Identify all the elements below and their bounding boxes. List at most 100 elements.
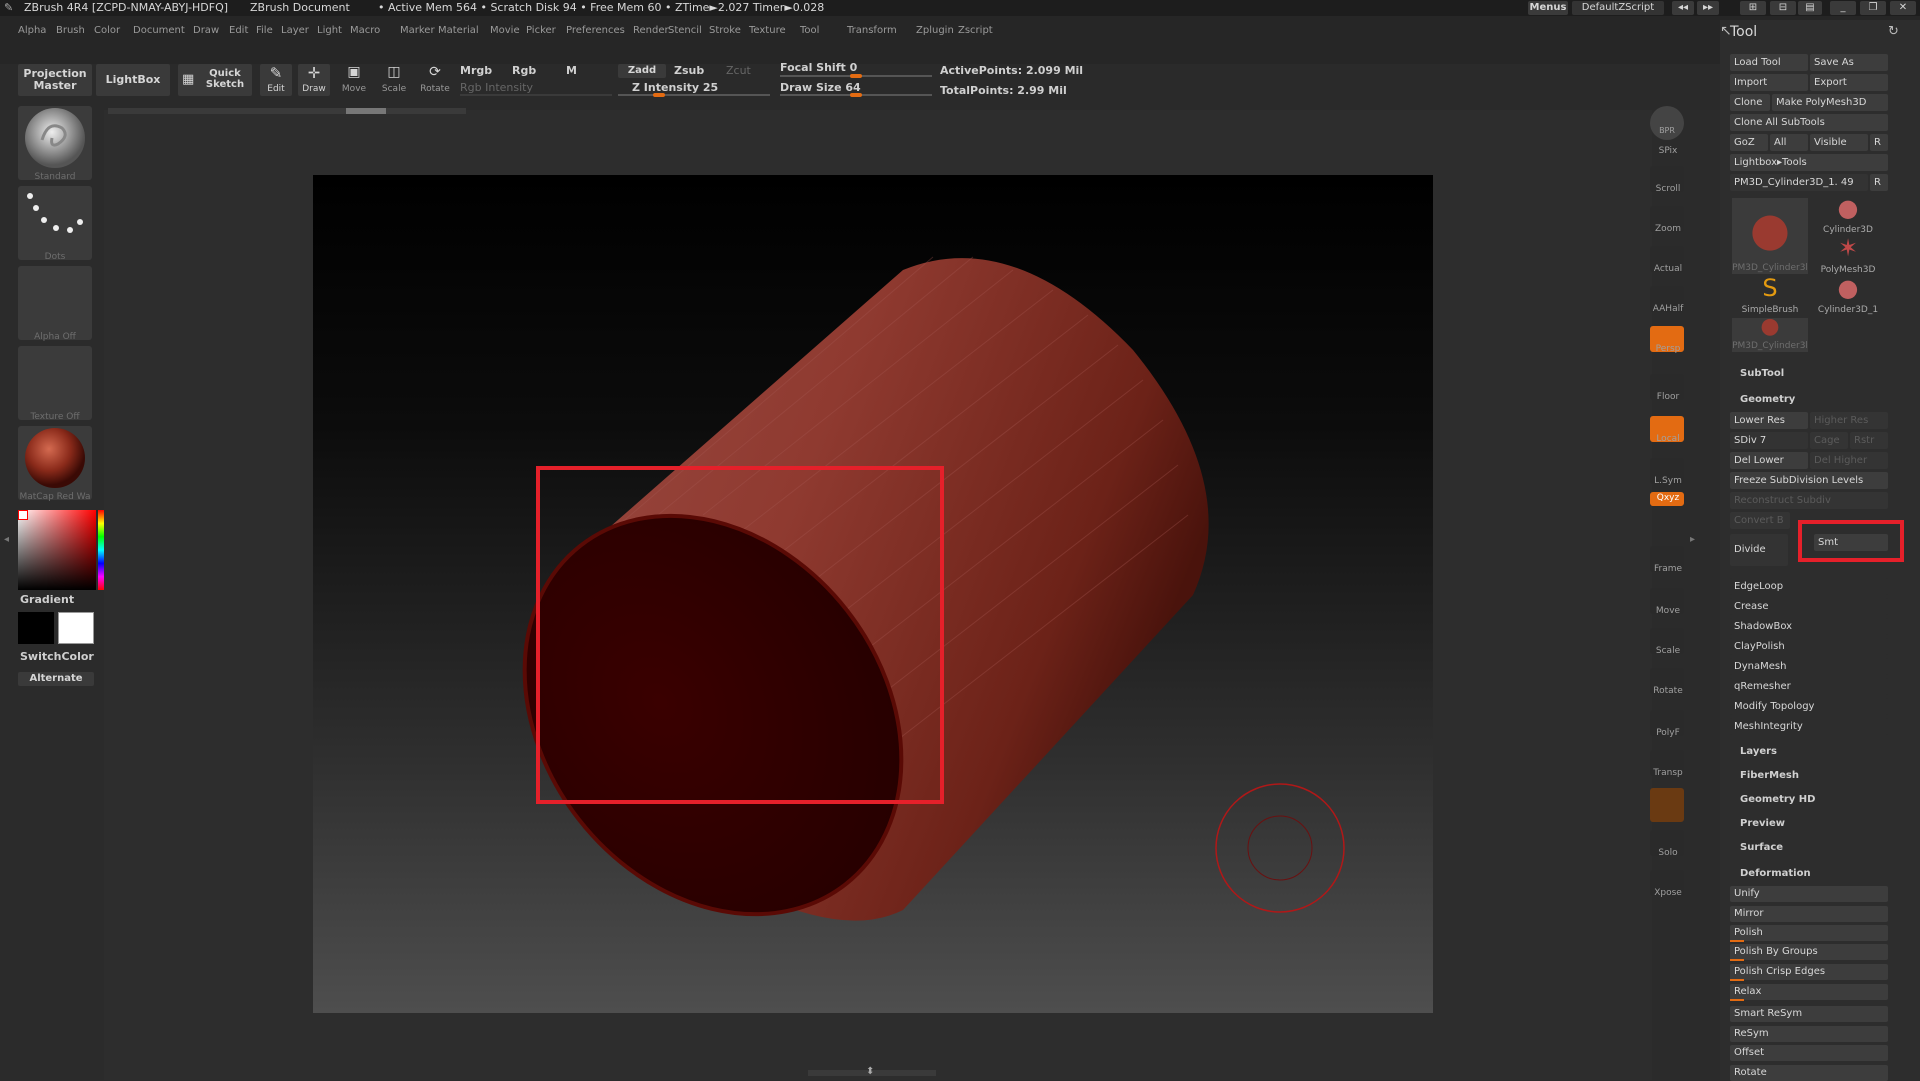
save-layout-icon[interactable]: ▤ bbox=[1798, 1, 1822, 15]
menu-draw[interactable]: Draw bbox=[193, 25, 219, 36]
menu-marker[interactable]: Marker bbox=[400, 25, 435, 36]
z-intensity-slider[interactable]: Z Intensity 25 bbox=[632, 81, 718, 94]
focal-shift-slider[interactable]: Focal Shift 0 bbox=[780, 61, 857, 74]
default-zscript-button[interactable]: DefaultZScript bbox=[1572, 1, 1664, 15]
clone-all-subtools-button[interactable]: Clone All SubTools bbox=[1730, 114, 1888, 131]
layout2-icon[interactable]: ⊟ bbox=[1770, 1, 1796, 15]
mrgb-button[interactable]: Mrgb bbox=[460, 64, 492, 77]
menu-brush[interactable]: Brush bbox=[56, 25, 85, 36]
deformation-mirror[interactable]: Mirror bbox=[1730, 906, 1888, 922]
prev-icon[interactable]: ◂◂ bbox=[1672, 1, 1694, 15]
material-thumbnail[interactable] bbox=[18, 426, 92, 500]
move-button[interactable]: ▣ Move bbox=[338, 64, 370, 96]
menu-color[interactable]: Color bbox=[94, 25, 120, 36]
canvas-scroll-thumb[interactable] bbox=[346, 108, 386, 114]
color-picker[interactable] bbox=[18, 510, 96, 590]
geometry-item-modify-topology[interactable]: Modify Topology bbox=[1730, 698, 1888, 715]
next-icon[interactable]: ▸▸ bbox=[1697, 1, 1719, 15]
menus-button[interactable]: Menus bbox=[1528, 1, 1568, 15]
menu-tool[interactable]: Tool bbox=[800, 25, 819, 36]
deformation-polish[interactable]: Polish bbox=[1730, 925, 1888, 941]
menu-stencil[interactable]: Stencil bbox=[668, 25, 702, 36]
deformation-slider-knob[interactable] bbox=[1730, 979, 1744, 981]
restore-icon[interactable]: ❐ bbox=[1860, 1, 1886, 15]
deformation-slider-knob[interactable] bbox=[1730, 940, 1744, 942]
reconstruct-subdiv-button[interactable]: Reconstruct Subdiv bbox=[1730, 492, 1888, 509]
menu-render[interactable]: Render bbox=[633, 25, 669, 36]
deformation-section[interactable]: Deformation bbox=[1740, 868, 1811, 879]
deformation-rotate[interactable]: Rotate bbox=[1730, 1065, 1888, 1081]
freeze-subdivision-button[interactable]: Freeze SubDivision Levels bbox=[1730, 472, 1888, 489]
del-lower-button[interactable]: Del Lower bbox=[1730, 452, 1808, 469]
scale-button[interactable]: ◫ Scale bbox=[378, 64, 410, 96]
goz-visible-button[interactable]: Visible bbox=[1810, 134, 1868, 151]
minimize-icon[interactable]: _ bbox=[1830, 1, 1856, 15]
rgb-intensity-slider[interactable]: Rgb Intensity bbox=[460, 81, 533, 94]
draw-size-knob[interactable] bbox=[850, 93, 862, 97]
higher-res-button[interactable]: Higher Res bbox=[1810, 412, 1888, 429]
menu-alpha[interactable]: Alpha bbox=[18, 25, 46, 36]
edit-button[interactable]: ✎ Edit bbox=[260, 64, 292, 96]
close-icon[interactable]: ✕ bbox=[1890, 1, 1916, 15]
geometry-item-dynamesh[interactable]: DynaMesh bbox=[1730, 658, 1888, 675]
tool-thumbnail[interactable]: ● PM3D_Cylinder3l bbox=[1732, 314, 1808, 352]
export-button[interactable]: Export bbox=[1810, 74, 1888, 91]
menu-movie[interactable]: Movie bbox=[490, 25, 520, 36]
quick-sketch-button[interactable]: ▦ Quick Sketch bbox=[178, 64, 252, 96]
bpr-button[interactable]: BPR bbox=[1650, 106, 1684, 140]
draw-button[interactable]: ✛ Draw bbox=[298, 64, 330, 96]
menu-edit[interactable]: Edit bbox=[229, 25, 248, 36]
focal-shift-knob[interactable] bbox=[850, 74, 862, 78]
geometry-item-meshintegrity[interactable]: MeshIntegrity bbox=[1730, 718, 1888, 735]
geometry-section[interactable]: Geometry bbox=[1740, 394, 1795, 405]
lightbox-button[interactable]: LightBox bbox=[96, 64, 170, 96]
layout-icon[interactable]: ⊞ bbox=[1740, 1, 1766, 15]
left-tray-arrow-icon[interactable]: ◂ bbox=[4, 534, 10, 554]
main-color-swatch[interactable] bbox=[18, 612, 54, 644]
deformation-polish-by-groups[interactable]: Polish By Groups bbox=[1730, 944, 1888, 960]
draw-size-slider[interactable]: Draw Size 64 bbox=[780, 81, 861, 94]
geometry-item-edgeloop[interactable]: EdgeLoop bbox=[1730, 578, 1888, 595]
tool-thumbnail[interactable]: S SimpleBrush bbox=[1732, 274, 1808, 316]
zsub-button[interactable]: Zsub bbox=[674, 64, 704, 77]
geometry-item-qremesher[interactable]: qRemesher bbox=[1730, 678, 1888, 695]
menu-file[interactable]: File bbox=[256, 25, 273, 36]
tool-thumbnail[interactable]: ● PM3D_Cylinder3l bbox=[1732, 198, 1808, 274]
alpha-thumbnail[interactable] bbox=[18, 266, 92, 340]
divide-button[interactable]: Divide bbox=[1730, 534, 1788, 566]
cage-button[interactable]: Cage bbox=[1810, 432, 1848, 449]
secondary-color-swatch[interactable] bbox=[58, 612, 94, 644]
current-tool-slider[interactable]: PM3D_Cylinder3D_1. 49 bbox=[1730, 174, 1868, 191]
menu-document[interactable]: Document bbox=[133, 25, 185, 36]
menu-picker[interactable]: Picker bbox=[526, 25, 556, 36]
tool-thumbnail[interactable]: ● Cylinder3D_1 bbox=[1810, 274, 1886, 316]
deformation-polish-crisp-edges[interactable]: Polish Crisp Edges bbox=[1730, 964, 1888, 980]
right-tray-arrow-icon[interactable]: ▸ bbox=[1690, 534, 1696, 554]
current-tool-r-button[interactable]: R bbox=[1870, 174, 1888, 191]
section-geometry-hd[interactable]: Geometry HD bbox=[1740, 794, 1815, 805]
gradient-button[interactable]: Gradient bbox=[20, 593, 94, 606]
menu-zplugin[interactable]: Zplugin bbox=[916, 25, 954, 36]
geometry-item-shadowbox[interactable]: ShadowBox bbox=[1730, 618, 1888, 635]
menu-layer[interactable]: Layer bbox=[281, 25, 309, 36]
menu-transform[interactable]: Transform bbox=[847, 25, 897, 36]
section-preview[interactable]: Preview bbox=[1740, 818, 1785, 829]
shelf-disabled-button[interactable] bbox=[1650, 788, 1684, 822]
geometry-item-claypolish[interactable]: ClayPolish bbox=[1730, 638, 1888, 655]
rotate-button[interactable]: ⟳ Rotate bbox=[418, 64, 452, 96]
geometry-item-crease[interactable]: Crease bbox=[1730, 598, 1888, 615]
section-fibermesh[interactable]: FiberMesh bbox=[1740, 770, 1799, 781]
section-surface[interactable]: Surface bbox=[1740, 842, 1783, 853]
deformation-smart-resym[interactable]: Smart ReSym bbox=[1730, 1006, 1888, 1022]
menu-zscript[interactable]: Zscript bbox=[958, 25, 993, 36]
rstr-button[interactable]: Rstr bbox=[1850, 432, 1888, 449]
zadd-button[interactable]: Zadd bbox=[618, 64, 666, 78]
menu-preferences[interactable]: Preferences bbox=[566, 25, 625, 36]
make-polymesh-button[interactable]: Make PolyMesh3D bbox=[1772, 94, 1888, 111]
deformation-relax[interactable]: Relax bbox=[1730, 984, 1888, 1000]
rgb-button[interactable]: Rgb bbox=[512, 64, 536, 77]
shelf-spix-button[interactable] bbox=[1650, 124, 1684, 134]
texture-thumbnail[interactable] bbox=[18, 346, 92, 420]
load-tool-button[interactable]: Load Tool bbox=[1730, 54, 1808, 71]
refresh-icon[interactable]: ↻ bbox=[1888, 24, 1899, 39]
